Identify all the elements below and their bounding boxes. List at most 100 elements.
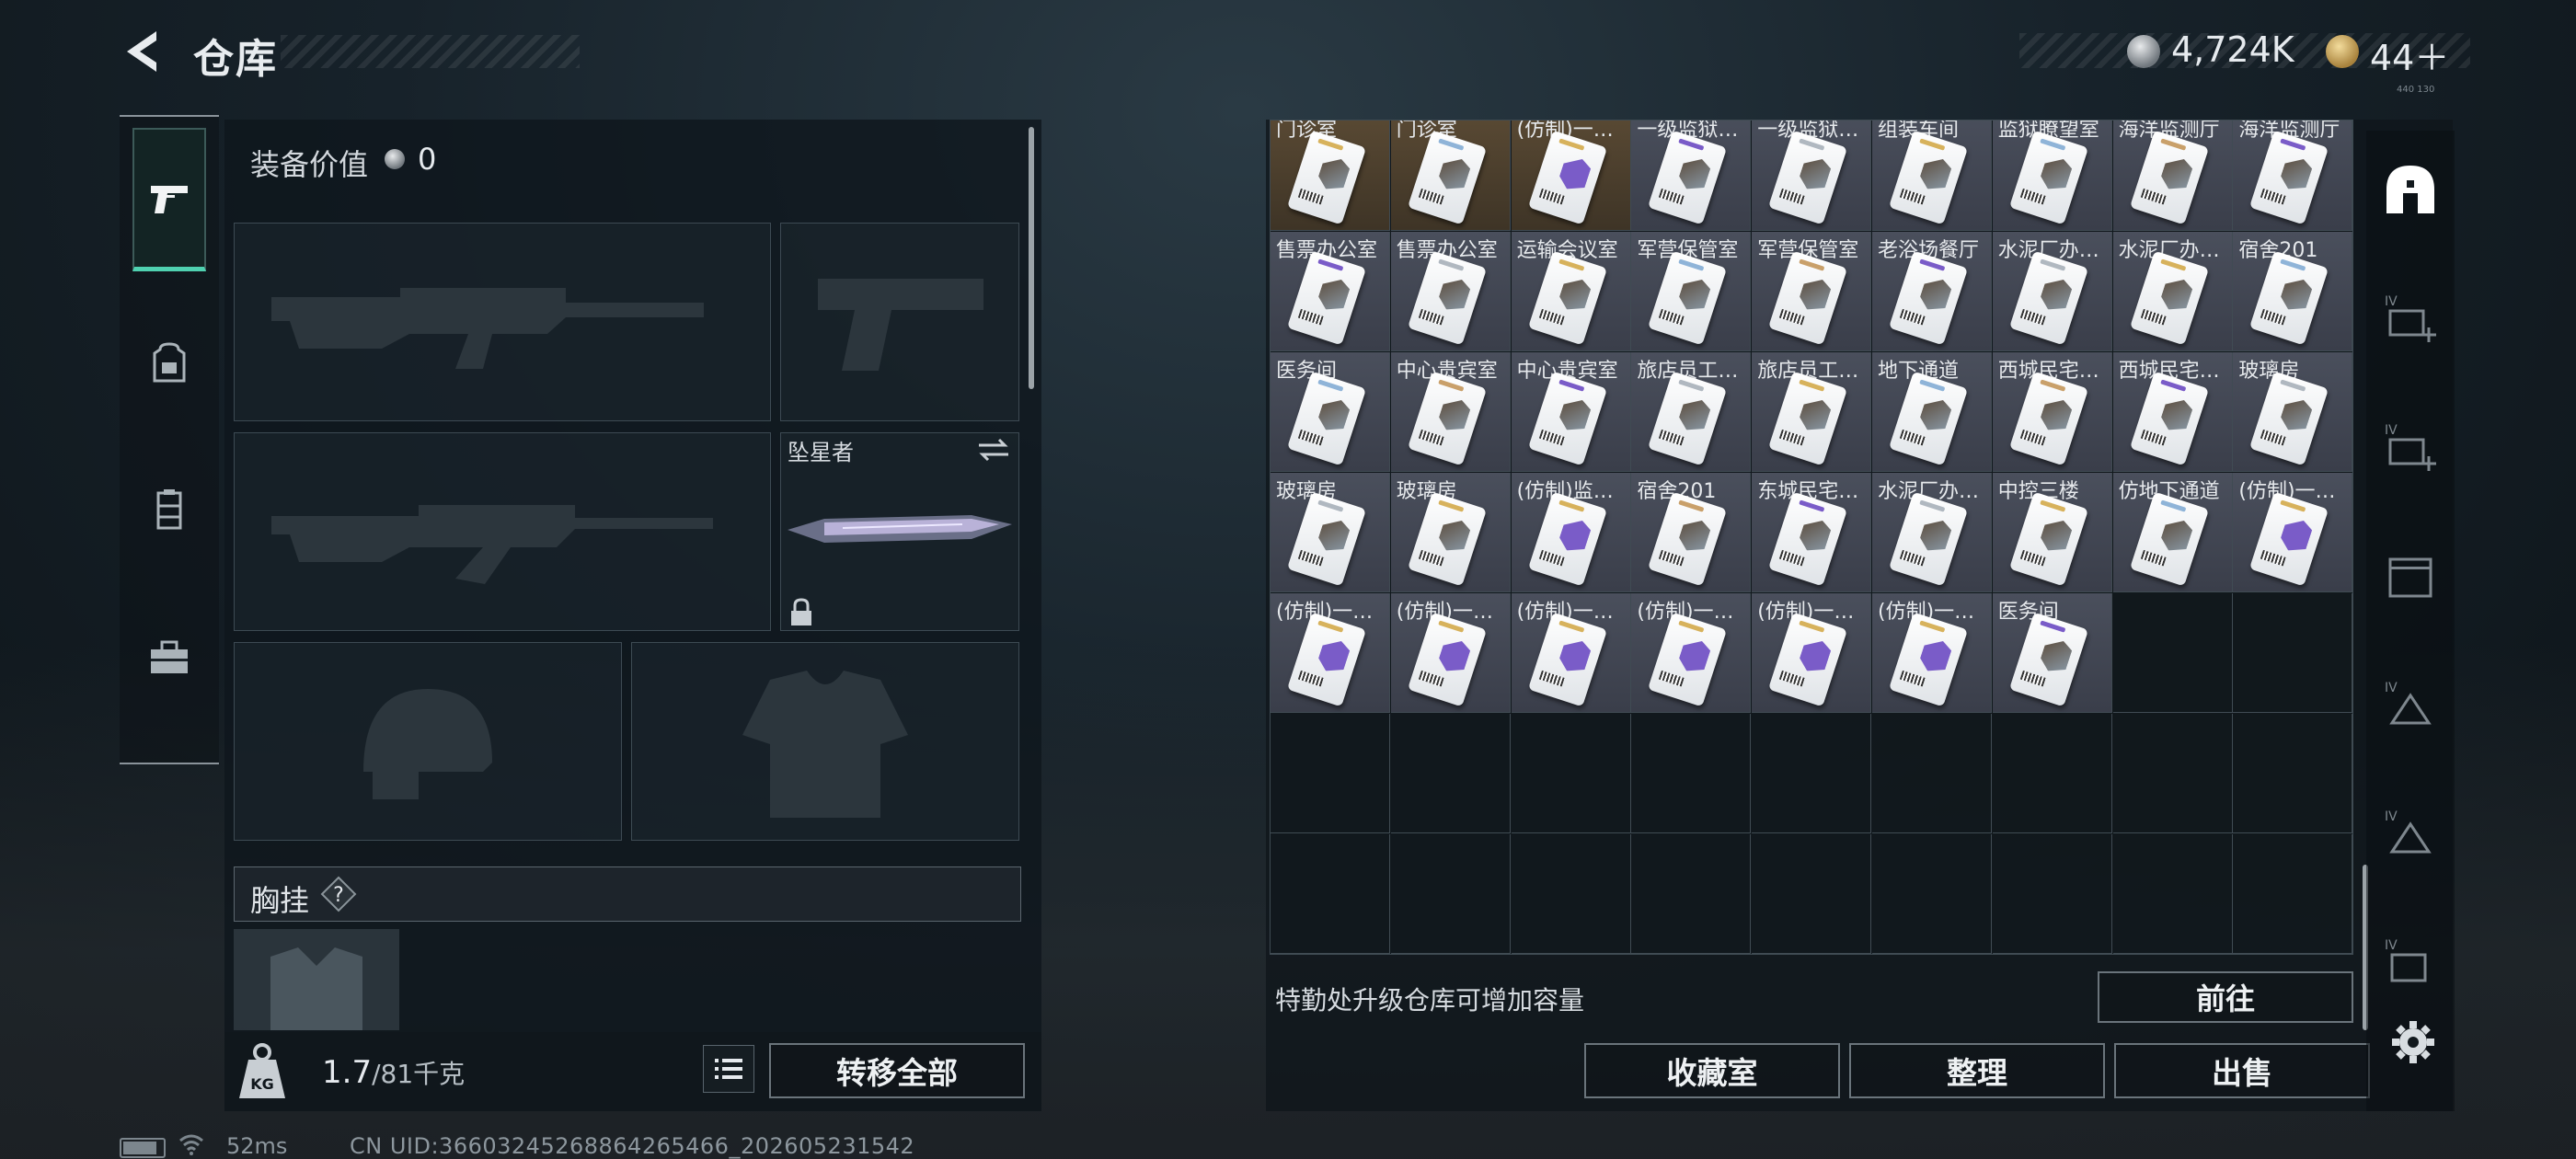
storage-item-keycard[interactable]: 军营保管室 — [1631, 232, 1752, 351]
storage-empty-cell[interactable] — [1511, 714, 1631, 833]
storage-empty-cell[interactable] — [1872, 834, 1992, 954]
cabinet-icon[interactable] — [2383, 548, 2438, 603]
storage-item-keycard[interactable]: 玻璃房 — [1390, 473, 1511, 592]
storage-item-keycard[interactable]: 组装车间 — [1872, 120, 1992, 231]
storage-item-keycard[interactable]: 监狱瞭望室 — [1992, 120, 2112, 231]
card-emblem — [1436, 274, 1473, 315]
storage-item-keycard[interactable]: 宿舍201 — [2233, 232, 2352, 351]
nav-backpack-tab[interactable] — [132, 292, 206, 435]
swap-icon[interactable] — [975, 436, 1012, 464]
storage-item-keycard[interactable]: 老浴场餐厅 — [1872, 232, 1992, 351]
backpack-icon — [153, 342, 186, 383]
storage-empty-cell[interactable] — [2112, 593, 2233, 713]
storage-item-keycard[interactable]: 玻璃房 — [2233, 352, 2352, 472]
settings-gear-icon[interactable] — [2390, 1019, 2436, 1065]
weight-readout: 1.7/81千克 — [322, 1054, 465, 1091]
storage-empty-cell[interactable] — [1631, 714, 1752, 833]
storage-empty-cell[interactable] — [1271, 714, 1390, 833]
sort-button[interactable]: 整理 — [1849, 1043, 2105, 1098]
storage-item-keycard[interactable]: 西城民宅… — [1992, 352, 2112, 472]
storage-empty-cell[interactable] — [2112, 714, 2233, 833]
storage-item-keycard[interactable]: 中心贵宾室 — [1390, 352, 1511, 472]
facility-iv-icon-2[interactable]: IV — [2383, 806, 2438, 861]
storage-item-keycard[interactable]: 海洋监测厅 — [2233, 120, 2352, 231]
facility-iv-icon[interactable]: IV — [2383, 677, 2438, 732]
gold-amount[interactable]: 44＋ — [2370, 29, 2449, 80]
storage-item-keycard[interactable]: 中控三楼 — [1992, 473, 2112, 592]
card-emblem — [1436, 395, 1473, 435]
storage-empty-cell[interactable] — [1992, 714, 2112, 833]
helmet-slot[interactable] — [234, 642, 622, 841]
nav-toolbox-tab[interactable] — [132, 586, 206, 729]
sell-button[interactable]: 出售 — [2114, 1043, 2370, 1098]
storage-item-keycard[interactable]: 玻璃房 — [1271, 473, 1390, 592]
storage-item-keycard[interactable]: 海洋监测厅 — [2112, 120, 2233, 231]
storage-item-keycard[interactable]: 医务间 — [1992, 593, 2112, 713]
storage-item-keycard[interactable]: 旅店员工… — [1631, 352, 1752, 472]
storage-empty-cell[interactable] — [1631, 834, 1752, 954]
storage-item-keycard[interactable]: 一级监狱… — [1752, 120, 1872, 231]
storage-empty-cell[interactable] — [1752, 714, 1872, 833]
barcode-icon — [2019, 670, 2046, 687]
storage-item-keycard[interactable]: 售票办公室 — [1390, 232, 1511, 351]
storage-empty-cell[interactable] — [1390, 834, 1511, 954]
storage-empty-cell[interactable] — [1271, 834, 1390, 954]
storage-item-keycard[interactable]: (仿制)一… — [2233, 473, 2352, 592]
collection-room-button[interactable]: 收藏室 — [1584, 1043, 1840, 1098]
storage-item-keycard[interactable]: 售票办公室 — [1271, 232, 1390, 351]
storage-item-keycard[interactable]: 水泥厂办… — [1992, 232, 2112, 351]
storage-empty-cell[interactable] — [2112, 834, 2233, 954]
storage-empty-cell[interactable] — [2233, 714, 2352, 833]
storage-empty-cell[interactable] — [1511, 834, 1631, 954]
goto-button[interactable]: 前往 — [2098, 971, 2353, 1023]
storage-empty-cell[interactable] — [1390, 714, 1511, 833]
armor-slot[interactable] — [631, 642, 1019, 841]
back-arrow-icon[interactable] — [120, 28, 166, 75]
primary-weapon-slot-2[interactable] — [234, 432, 771, 631]
storage-item-keycard[interactable]: (仿制)一… — [1271, 593, 1390, 713]
equipment-value-label: 装备价值 — [250, 147, 369, 182]
list-view-button[interactable] — [703, 1045, 754, 1093]
nav-weapons-tab[interactable] — [132, 128, 206, 271]
barcode-icon — [1297, 670, 1324, 687]
storage-item-keycard[interactable]: (仿制)一… — [1390, 593, 1511, 713]
storage-empty-cell[interactable] — [1752, 834, 1872, 954]
storage-item-keycard[interactable]: 门诊室 — [1271, 120, 1390, 231]
storage-item-keycard[interactable]: 医务间 — [1271, 352, 1390, 472]
storage-empty-cell[interactable] — [2233, 593, 2352, 713]
card-stripe — [2159, 379, 2186, 392]
transfer-all-button[interactable]: 转移全部 — [769, 1043, 1025, 1098]
storage-item-keycard[interactable]: (仿制)监… — [1511, 473, 1631, 592]
primary-weapon-slot[interactable] — [234, 223, 771, 421]
storage-item-keycard[interactable]: 一级监狱… — [1631, 120, 1752, 231]
equipment-scrollbar[interactable] — [1029, 127, 1034, 389]
facility-iv-icon-3[interactable]: IV — [2383, 935, 2438, 990]
expand-storage-iv-icon-2[interactable]: IV — [2383, 419, 2438, 475]
help-icon[interactable]: ? — [320, 876, 357, 912]
storage-item-keycard[interactable]: 仿地下通道 — [2112, 473, 2233, 592]
storage-item-keycard[interactable]: 水泥厂办… — [2112, 232, 2233, 351]
storage-item-keycard[interactable]: 门诊室 — [1390, 120, 1511, 231]
storage-item-keycard[interactable]: 旅店员工… — [1752, 352, 1872, 472]
storage-item-keycard[interactable]: 西城民宅… — [2112, 352, 2233, 472]
storage-empty-cell[interactable] — [1872, 714, 1992, 833]
storage-item-keycard[interactable]: (仿制)一… — [1872, 593, 1992, 713]
storage-item-keycard[interactable]: 宿舍201 — [1631, 473, 1752, 592]
storage-empty-cell[interactable] — [2233, 834, 2352, 954]
storage-item-keycard[interactable]: (仿制)一… — [1511, 120, 1631, 231]
storage-item-keycard[interactable]: 运输会议室 — [1511, 232, 1631, 351]
expand-storage-iv-icon[interactable]: IV — [2383, 291, 2438, 346]
chest-rig-slot[interactable] — [234, 929, 399, 1030]
storage-item-keycard[interactable]: (仿制)一… — [1752, 593, 1872, 713]
storage-item-keycard[interactable]: 东城民宅… — [1752, 473, 1872, 592]
nav-vest-tab[interactable] — [132, 439, 206, 582]
home-storage-icon[interactable] — [2383, 162, 2438, 217]
storage-item-keycard[interactable]: 军营保管室 — [1752, 232, 1872, 351]
storage-empty-cell[interactable] — [1992, 834, 2112, 954]
storage-item-keycard[interactable]: 中心贵宾室 — [1511, 352, 1631, 472]
storage-item-keycard[interactable]: 地下通道 — [1872, 352, 1992, 472]
storage-item-keycard[interactable]: 水泥厂办… — [1872, 473, 1992, 592]
storage-item-keycard[interactable]: (仿制)一… — [1631, 593, 1752, 713]
storage-item-keycard[interactable]: (仿制)一… — [1511, 593, 1631, 713]
secondary-weapon-slot[interactable] — [780, 223, 1019, 421]
